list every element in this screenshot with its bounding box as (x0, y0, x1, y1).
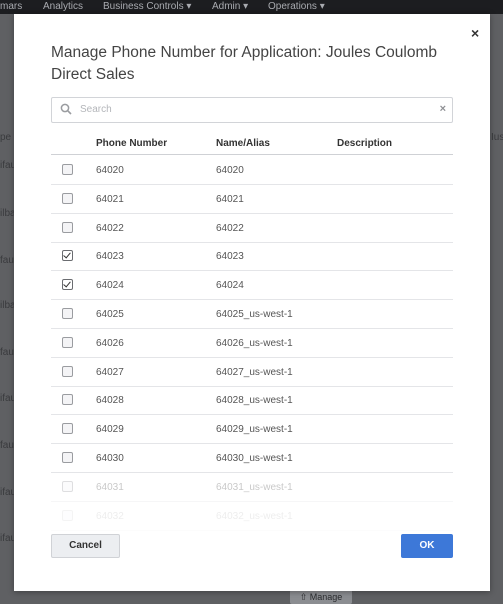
background-text: fau (0, 440, 14, 451)
row-checkbox[interactable] (62, 452, 73, 463)
dialog-title: Manage Phone Number for Application: Jou… (51, 44, 438, 83)
phone-number-cell: 64025 (96, 309, 124, 320)
clear-icon[interactable]: × (440, 103, 446, 115)
background-manage-button: ⇧ Manage (290, 590, 352, 604)
phone-number-cell: 64028 (96, 395, 124, 407)
name-alias-cell: 64028_us-west-1 (216, 395, 293, 407)
phone-number-cell: 64030 (96, 453, 124, 464)
background-text: pe (0, 132, 12, 143)
name-alias-cell: 64025_us-west-1 (216, 309, 293, 320)
top-navigation: mars Analytics Business Controls ▾ Admin… (0, 0, 503, 14)
table-row[interactable]: 64032 64032_us-west-1 (51, 502, 453, 531)
nav-item-label: Admin (212, 1, 241, 12)
table-row[interactable]: 64021 64021 (51, 185, 453, 214)
name-alias-cell: 64031_us-west-1 (216, 481, 293, 493)
nav-item-analytics[interactable]: Analytics (43, 1, 83, 12)
phone-number-cell: 64021 (96, 193, 124, 205)
row-checkbox[interactable] (62, 221, 73, 233)
row-checkbox[interactable] (62, 423, 73, 435)
name-alias-cell: 64032_us-west-1 (216, 510, 293, 522)
phone-number-cell: 64020 (96, 165, 124, 176)
background-manage-label: Manage (309, 592, 343, 602)
table-row[interactable]: 64024 64024 (51, 271, 453, 301)
name-alias-cell: 64021 (216, 193, 244, 205)
nav-item-partial[interactable]: mars (0, 1, 22, 12)
name-alias-cell: 64020 (216, 165, 244, 176)
phone-number-cell: 64031 (96, 481, 124, 493)
row-checkbox[interactable] (62, 308, 73, 319)
name-alias-cell: 64027_us-west-1 (216, 366, 293, 378)
name-alias-cell: 64022 (216, 222, 244, 234)
column-header-name-alias: Name/Alias (216, 138, 270, 149)
nav-item-admin[interactable]: Admin ▾ (212, 1, 248, 12)
close-icon[interactable]: × (471, 26, 479, 40)
name-alias-cell: 64024 (216, 280, 244, 292)
ok-button[interactable]: OK (401, 534, 453, 558)
phone-number-cell: 64029 (96, 424, 124, 436)
cancel-button[interactable]: Cancel (51, 534, 120, 558)
phone-number-cell: 64022 (96, 222, 124, 234)
row-checkbox[interactable] (62, 250, 73, 262)
table-row[interactable]: 64025 64025_us-west-1 (51, 300, 453, 329)
background-text: Ius (491, 132, 503, 143)
manage-phone-number-dialog: × Manage Phone Number for Application: J… (14, 14, 490, 591)
row-checkbox[interactable] (62, 192, 73, 204)
search-icon (60, 103, 72, 115)
name-alias-cell: 64023 (216, 251, 244, 263)
row-checkbox[interactable] (62, 509, 73, 521)
phone-number-cell: 64023 (96, 251, 124, 263)
name-alias-cell: 64026_us-west-1 (216, 337, 293, 349)
search-input[interactable]: Search × (51, 97, 453, 123)
row-checkbox[interactable] (62, 279, 73, 291)
nav-item-label: Business Controls (103, 1, 184, 12)
row-checkbox[interactable] (62, 480, 73, 492)
phone-number-cell: 64027 (96, 366, 124, 378)
row-checkbox[interactable] (62, 336, 73, 348)
phone-number-cell: 64026 (96, 337, 124, 349)
row-checkbox[interactable] (62, 365, 73, 377)
row-checkbox[interactable] (62, 394, 73, 406)
nav-item-label: Operations (268, 1, 317, 12)
column-header-phone-number: Phone Number (96, 138, 168, 149)
nav-item-operations[interactable]: Operations ▾ (268, 1, 325, 12)
name-alias-cell: 64030_us-west-1 (216, 453, 293, 464)
name-alias-cell: 64029_us-west-1 (216, 424, 293, 436)
table-row[interactable]: 64030 64030_us-west-1 (51, 444, 453, 473)
table-row[interactable]: 64031 64031_us-west-1 (51, 473, 453, 502)
background-text: fau (0, 255, 14, 266)
nav-item-business-controls[interactable]: Business Controls ▾ (103, 1, 191, 12)
background-text: fau (0, 347, 14, 358)
table-row[interactable]: 64023 64023 (51, 242, 453, 272)
table-row[interactable]: 64022 64022 (51, 214, 453, 243)
phone-number-cell: 64024 (96, 280, 124, 292)
search-placeholder: Search (80, 104, 112, 115)
column-header-description: Description (337, 138, 393, 149)
phone-number-cell: 64032 (96, 510, 124, 522)
table-row[interactable]: 64026 64026_us-west-1 (51, 329, 453, 358)
table-row[interactable]: 64020 64020 (51, 156, 453, 185)
table-row[interactable]: 64027 64027_us-west-1 (51, 358, 453, 387)
row-checkbox[interactable] (62, 164, 73, 175)
table-row[interactable]: 64029 64029_us-west-1 (51, 415, 453, 445)
table-row[interactable]: 64028 64028_us-west-1 (51, 386, 453, 416)
table-header-divider (51, 154, 453, 155)
